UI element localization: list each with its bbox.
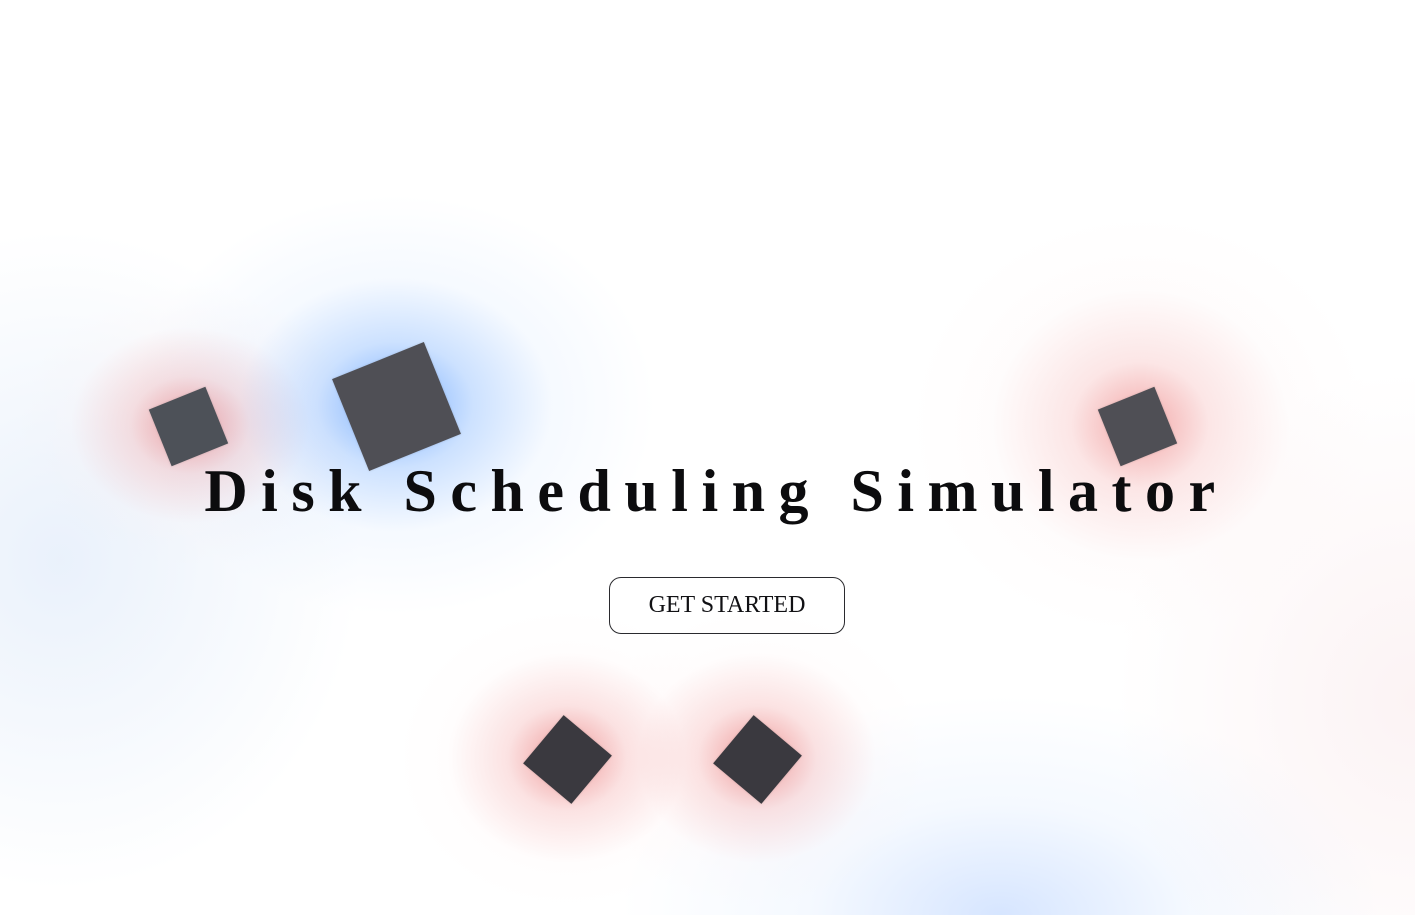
decorative-square <box>713 715 802 804</box>
decorative-square <box>332 342 461 471</box>
landing-page: Disk Scheduling Simulator GET STARTED <box>0 0 1415 915</box>
get-started-button[interactable]: GET STARTED <box>609 577 845 634</box>
decorative-square <box>523 715 612 804</box>
page-title: Disk Scheduling Simulator <box>204 458 1229 524</box>
